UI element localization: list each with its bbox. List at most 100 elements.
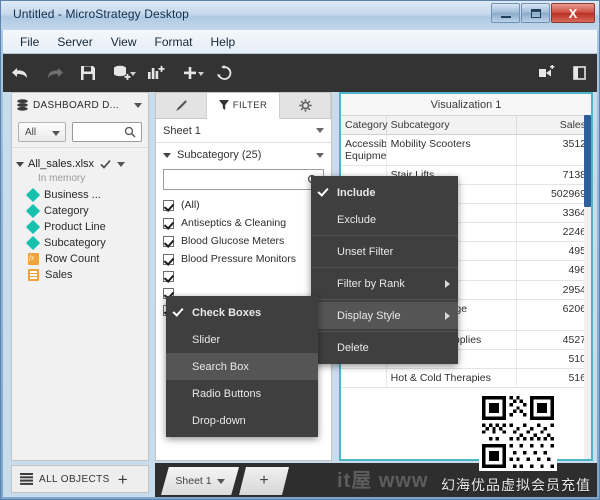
chevron-down-icon[interactable]: [134, 102, 142, 108]
menu-format[interactable]: Format: [145, 32, 201, 52]
table-row[interactable]: Accessibi Equipme Mobility Scooters 3512: [341, 134, 591, 167]
menu-item-exclude[interactable]: Exclude: [311, 206, 458, 233]
display-style-submenu: Check Boxes Slider Search Box Radio Butt…: [166, 296, 318, 437]
column-header-category[interactable]: Category: [341, 116, 388, 135]
cell-sales: 3364: [516, 203, 591, 224]
chevron-down-icon: [316, 152, 324, 158]
attribute-icon: [25, 203, 41, 219]
funnel-icon: [218, 100, 229, 110]
dataset-metric-row-count[interactable]: Row Count: [12, 251, 148, 267]
cell-category: Accessibi Equipme: [341, 134, 387, 167]
table-row[interactable]: Hot & Cold Therapies 516: [341, 368, 591, 388]
visualization-scrollbar[interactable]: [584, 115, 591, 459]
cell-subcategory: Mobility Scooters: [386, 134, 518, 167]
dashboard-header[interactable]: DASHBOARD D...: [12, 93, 148, 117]
menu-server[interactable]: Server: [48, 32, 101, 52]
redo-icon[interactable]: [37, 54, 71, 92]
tab-settings[interactable]: [280, 93, 331, 118]
share-icon[interactable]: [529, 54, 563, 92]
menu-item-unset-filter[interactable]: Unset Filter: [311, 238, 458, 265]
minimize-button[interactable]: [491, 3, 520, 23]
filter-context-menu: Include Exclude Unset Filter Filter by R…: [311, 176, 458, 364]
column-header-sales[interactable]: Sales: [516, 116, 591, 135]
insert-icon[interactable]: [173, 54, 207, 92]
add-sheet-button[interactable]: +: [239, 467, 289, 495]
filter-option-hidden-1[interactable]: [156, 268, 331, 285]
dataset-filter-select[interactable]: All: [18, 122, 66, 142]
maximize-button[interactable]: [521, 3, 550, 23]
check-icon: [172, 305, 184, 317]
cell-sales: 6206: [516, 299, 591, 331]
all-objects-icon: [20, 473, 33, 485]
menu-file[interactable]: File: [11, 32, 48, 52]
checkbox-icon: [163, 217, 174, 229]
filter-option-blood-pressure[interactable]: Blood Pressure Monitors: [156, 250, 331, 268]
submenu-item-search-box[interactable]: Search Box: [166, 353, 318, 380]
menu-item-label: Include: [337, 186, 376, 199]
filter-option-label: Antiseptics & Cleaning: [181, 217, 287, 229]
cell-sales: 510: [516, 349, 591, 369]
metric-label: Row Count: [45, 253, 100, 265]
cell-category: [341, 368, 387, 388]
checkbox-icon: [163, 253, 174, 265]
row-count-icon: [28, 253, 39, 265]
dataset-attribute-subcategory[interactable]: Subcategory: [12, 235, 148, 251]
refresh-icon[interactable]: [207, 54, 241, 92]
tab-filter[interactable]: FILTER: [207, 93, 280, 119]
panel-icon[interactable]: [563, 54, 597, 92]
attribute-label: Product Line: [44, 221, 106, 233]
cell-sales: 495: [516, 241, 591, 262]
pencil-icon: [175, 100, 187, 111]
filter-search-input[interactable]: [163, 169, 324, 190]
attribute-label: Subcategory: [44, 237, 106, 249]
dataset-metric-sales[interactable]: Sales: [12, 267, 148, 283]
attribute-icon: [25, 187, 41, 203]
menu-help[interactable]: Help: [202, 32, 245, 52]
all-objects-bar[interactable]: ALL OBJECTS +: [11, 465, 149, 493]
filter-option-all[interactable]: (All): [156, 196, 331, 214]
menu-item-delete[interactable]: Delete: [311, 334, 458, 361]
window-controls: X: [491, 3, 595, 23]
dataset-attribute-product-line[interactable]: Product Line: [12, 219, 148, 235]
dataset-root[interactable]: All_sales.xlsx: [12, 156, 148, 172]
scrollbar-thumb[interactable]: [584, 115, 591, 207]
window-title: Untitled - MicroStrategy Desktop: [13, 7, 189, 21]
column-header-subcategory[interactable]: Subcategory: [386, 116, 518, 135]
menu-view[interactable]: View: [102, 32, 146, 52]
menu-item-include[interactable]: Include: [311, 179, 458, 206]
submenu-item-drop-down[interactable]: Drop-down: [166, 407, 318, 434]
filter-option-label: Blood Pressure Monitors: [181, 253, 296, 265]
dataset-search-row: All: [12, 117, 148, 148]
add-visualization-icon[interactable]: [139, 54, 173, 92]
check-icon: [100, 159, 111, 169]
cell-sales: 2954: [516, 280, 591, 300]
visualization-title: Visualization 1: [341, 94, 591, 116]
submenu-item-slider[interactable]: Slider: [166, 326, 318, 353]
attribute-icon: [25, 235, 41, 251]
add-object-button[interactable]: +: [118, 471, 128, 488]
undo-icon[interactable]: [3, 54, 37, 92]
add-data-icon[interactable]: [105, 54, 139, 92]
cell-sales: 7138: [516, 165, 591, 186]
menu-item-filter-by-rank[interactable]: Filter by Rank: [311, 270, 458, 297]
filter-option-blood-glucose[interactable]: Blood Glucose Meters: [156, 232, 331, 250]
submenu-item-label: Slider: [192, 333, 221, 346]
menu-item-display-style[interactable]: Display Style: [311, 302, 458, 329]
save-icon[interactable]: [71, 54, 105, 92]
expand-triangle-icon: [16, 161, 24, 167]
cell-sales: 502969: [516, 184, 591, 205]
cell-sales: 3512: [516, 134, 591, 167]
filter-option-antiseptics[interactable]: Antiseptics & Cleaning: [156, 214, 331, 232]
close-button[interactable]: X: [551, 3, 595, 23]
submenu-item-radio-buttons[interactable]: Radio Buttons: [166, 380, 318, 407]
filter-subcategory-header[interactable]: Subcategory (25): [156, 143, 331, 167]
submenu-item-check-boxes[interactable]: Check Boxes: [166, 299, 318, 326]
dataset-search-input[interactable]: [72, 122, 142, 142]
sheet-selector[interactable]: Sheet 1: [156, 119, 331, 143]
dataset-name: All_sales.xlsx: [28, 158, 95, 170]
dataset-attribute-business[interactable]: Business ...: [12, 187, 148, 203]
tab-edit[interactable]: [156, 93, 207, 118]
dataset-attribute-category[interactable]: Category: [12, 203, 148, 219]
sheet-tab[interactable]: Sheet 1: [161, 467, 239, 495]
search-icon: [124, 126, 136, 138]
